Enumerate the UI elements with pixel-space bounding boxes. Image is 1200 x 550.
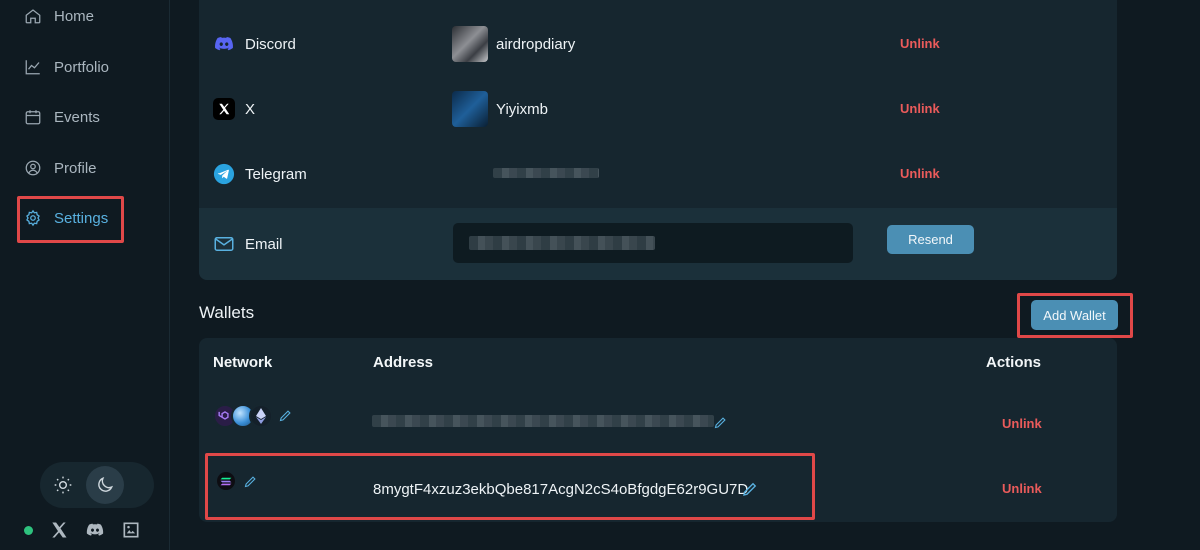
dark-theme-button[interactable] — [86, 466, 124, 504]
sidebar-item-settings[interactable]: Settings — [24, 203, 108, 233]
social-row-telegram: Telegram Unlink — [199, 142, 1117, 207]
account: Yiyixmb — [452, 91, 548, 127]
unlink-wallet-button[interactable]: Unlink — [1002, 481, 1042, 496]
avatar — [452, 26, 488, 62]
x-icon[interactable] — [49, 520, 69, 540]
home-icon — [25, 9, 41, 24]
service: Discord — [213, 33, 296, 55]
gear-icon — [26, 209, 40, 227]
theme-toggle — [40, 462, 154, 508]
sidebar-item-events[interactable]: Events — [24, 102, 100, 132]
service-name: Telegram — [245, 165, 307, 183]
network-icons — [213, 404, 273, 428]
redacted-address — [372, 415, 714, 427]
account: airdropdiary — [452, 26, 575, 62]
status-dot — [24, 525, 33, 535]
service: Email — [213, 233, 283, 255]
social-row-discord: Discord airdropdiary Unlink — [199, 12, 1117, 77]
redacted-email — [469, 236, 655, 250]
discord-icon — [213, 33, 235, 55]
unlink-wallet-button[interactable]: Unlink — [1002, 416, 1042, 431]
sidebar-item-label: Settings — [54, 209, 109, 227]
sidebar: Home Portfolio Events Profile Settings — [0, 0, 170, 550]
service: X — [213, 98, 255, 120]
service-name: Email — [245, 235, 283, 253]
edit-network-button[interactable] — [278, 408, 293, 428]
service-name: Discord — [245, 35, 296, 53]
unlink-x-button[interactable]: Unlink — [900, 101, 940, 116]
column-header-address: Address — [373, 354, 434, 371]
column-header-actions: Actions — [986, 354, 1042, 371]
x-icon — [213, 98, 235, 120]
moon-icon — [98, 476, 114, 492]
sidebar-item-label: Home — [54, 7, 95, 25]
ethereum-icon — [249, 404, 273, 428]
calendar-icon — [25, 110, 41, 125]
sun-icon — [54, 476, 72, 494]
user-icon — [25, 160, 41, 176]
mail-icon — [213, 233, 235, 255]
sidebar-item-label: Events — [54, 108, 100, 126]
sidebar-item-label: Portfolio — [54, 58, 110, 76]
pencil-icon — [714, 417, 726, 429]
pencil-icon — [279, 410, 291, 422]
solana-icon — [215, 470, 237, 492]
edit-network-button[interactable] — [243, 474, 258, 494]
service-name: X — [245, 100, 256, 118]
discord-icon[interactable] — [85, 520, 105, 540]
sidebar-item-portfolio[interactable]: Portfolio — [24, 52, 109, 82]
sidebar-item-home[interactable]: Home — [24, 1, 94, 31]
chart-icon — [25, 60, 40, 75]
sidebar-item-profile[interactable]: Profile — [24, 153, 97, 183]
sidebar-footer — [24, 520, 141, 540]
email-field[interactable] — [453, 223, 853, 263]
telegram-icon — [213, 163, 235, 185]
gallery-icon[interactable] — [121, 520, 141, 540]
wallets-table: Network Address Actions Unlink 8mygtF4xz… — [199, 338, 1117, 522]
add-wallet-button[interactable]: Add Wallet — [1031, 300, 1118, 330]
social-row-x: X Yiyixmb Unlink — [199, 77, 1117, 142]
avatar — [452, 91, 488, 127]
account-name: airdropdiary — [496, 35, 576, 53]
redacted-account — [493, 168, 599, 178]
wallets-title: Wallets — [199, 303, 255, 322]
email-row: Email Resend — [199, 208, 1117, 280]
column-header-network: Network — [213, 354, 273, 371]
resend-button[interactable]: Resend — [887, 225, 974, 254]
edit-address-button[interactable] — [741, 480, 759, 503]
unlink-telegram-button[interactable]: Unlink — [900, 166, 940, 181]
account-name: Yiyixmb — [496, 100, 548, 118]
pencil-icon — [244, 476, 256, 488]
connected-accounts-panel: Discord airdropdiary Unlink X Yiyixmb Un… — [199, 0, 1117, 280]
pencil-icon — [743, 482, 757, 496]
unlink-discord-button[interactable]: Unlink — [900, 36, 940, 51]
light-theme-button[interactable] — [44, 466, 82, 504]
wallet-address: 8mygtF4xzuz3ekbQbe817AcgN2cS4oBfgdgE62r9… — [373, 481, 749, 498]
edit-address-button[interactable] — [713, 415, 728, 435]
service: Telegram — [213, 163, 307, 185]
sidebar-item-label: Profile — [54, 159, 97, 177]
